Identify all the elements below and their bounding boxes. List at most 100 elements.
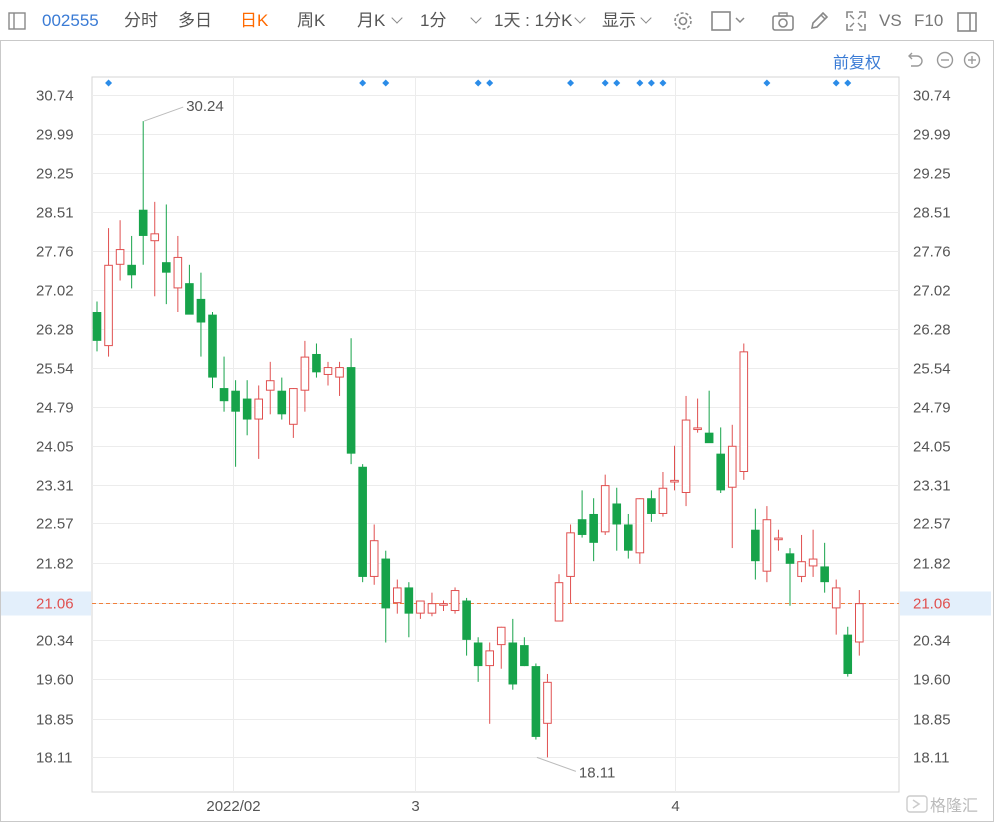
candle-body: [739, 351, 749, 473]
event-marker-icon: [359, 79, 367, 87]
candle: [520, 637, 529, 667]
y-tick-left: 27.02: [36, 283, 74, 300]
candle-body: [473, 642, 483, 667]
candle-body: [751, 529, 760, 562]
candle-body: [820, 566, 829, 583]
event-marker-icon: [567, 79, 575, 87]
candle: [196, 272, 206, 357]
candle: [820, 542, 829, 593]
candle: [300, 340, 310, 412]
candle-body: [254, 398, 263, 420]
candle: [647, 490, 656, 522]
y-tick-right: 30.74: [913, 88, 951, 105]
adjust-select[interactable]: 前复权: [833, 49, 881, 73]
candle-body: [358, 466, 367, 577]
candle: [670, 445, 679, 491]
candle-body: [242, 398, 252, 420]
candle: [681, 395, 691, 507]
candle: [658, 472, 668, 517]
candle: [855, 590, 864, 656]
candle: [335, 361, 344, 396]
candle-body: [716, 453, 725, 491]
candle-body: [162, 262, 171, 273]
annotation-leader: [536, 756, 577, 772]
candle: [104, 228, 113, 357]
candle-body: [150, 233, 160, 242]
zoom-out-icon[interactable]: [936, 51, 954, 69]
y-tick-right: 27.76: [913, 244, 951, 261]
candle-body: [208, 314, 217, 378]
candle-body: [485, 650, 494, 667]
candle-body: [543, 681, 552, 724]
candle-body: [635, 498, 645, 554]
event-marker-icon: [832, 79, 840, 87]
event-marker-icon: [613, 79, 621, 87]
event-marker-icon: [647, 79, 655, 87]
y-tick-left: 30.74: [36, 88, 74, 105]
candle: [323, 361, 333, 386]
y-tick-left: 19.60: [36, 672, 74, 689]
candle-body: [427, 603, 437, 614]
candle-body: [265, 380, 275, 391]
candle: [612, 487, 622, 551]
y-tick-right: 21.82: [913, 556, 951, 573]
candle-body: [658, 487, 668, 514]
candle-body: [496, 626, 506, 646]
candle-body: [335, 367, 344, 378]
undo-icon[interactable]: [908, 52, 923, 67]
candle: [589, 498, 598, 562]
x-tick-label: 4: [671, 798, 679, 815]
candle: [785, 548, 795, 606]
candle-body: [589, 513, 598, 543]
candle-body: [554, 582, 564, 622]
candle: [485, 642, 494, 724]
event-marker-icon: [763, 79, 771, 87]
current-price-label-right: 21.06: [913, 596, 951, 613]
candle-body: [843, 634, 853, 674]
candle: [496, 626, 506, 669]
candle: [624, 513, 633, 559]
candle-body: [346, 367, 356, 454]
candle: [716, 427, 725, 493]
candle: [416, 600, 425, 619]
candle: [393, 579, 402, 614]
y-tick-left: 24.79: [36, 400, 74, 417]
candle: [346, 338, 356, 465]
candle-body: [855, 603, 864, 643]
candle-body: [831, 587, 841, 609]
y-tick-left: 26.28: [36, 322, 74, 339]
y-tick-right: 18.85: [913, 712, 951, 729]
candle: [577, 490, 587, 538]
candlestick-chart[interactable]: 30.74 30.74 29.99 29.99 29.25 29.25 28.51 28.51…: [0, 0, 994, 823]
candle-body: [404, 587, 414, 614]
y-tick-left: 24.05: [36, 439, 74, 456]
candle-body: [531, 666, 541, 737]
candle-body: [727, 445, 737, 488]
candle: [751, 508, 760, 580]
y-tick-right: 18.11: [913, 750, 949, 767]
candle-body: [693, 427, 702, 431]
zoom-in-icon[interactable]: [963, 51, 981, 69]
candle-body: [289, 388, 298, 425]
y-tick-left: 23.31: [36, 478, 74, 495]
candle-body: [612, 503, 622, 525]
y-tick-left: 21.82: [36, 556, 74, 573]
candle-body: [92, 312, 102, 341]
chart-controls: [908, 51, 981, 69]
candle-body: [231, 390, 240, 412]
candle: [531, 663, 541, 740]
candle-body: [381, 558, 391, 609]
candle: [727, 424, 737, 549]
y-tick-right: 29.99: [913, 127, 951, 144]
candle: [254, 385, 263, 459]
candle: [450, 587, 460, 614]
event-marker-icon: [105, 79, 113, 87]
y-tick-right: 20.34: [913, 633, 951, 650]
candle-body: [566, 532, 575, 577]
candle-body: [312, 353, 321, 373]
candle-body: [439, 603, 448, 606]
candle: [150, 201, 160, 297]
candle-body: [127, 264, 136, 276]
current-price-label-left: 21.06: [36, 596, 74, 613]
candle-body: [647, 498, 656, 514]
